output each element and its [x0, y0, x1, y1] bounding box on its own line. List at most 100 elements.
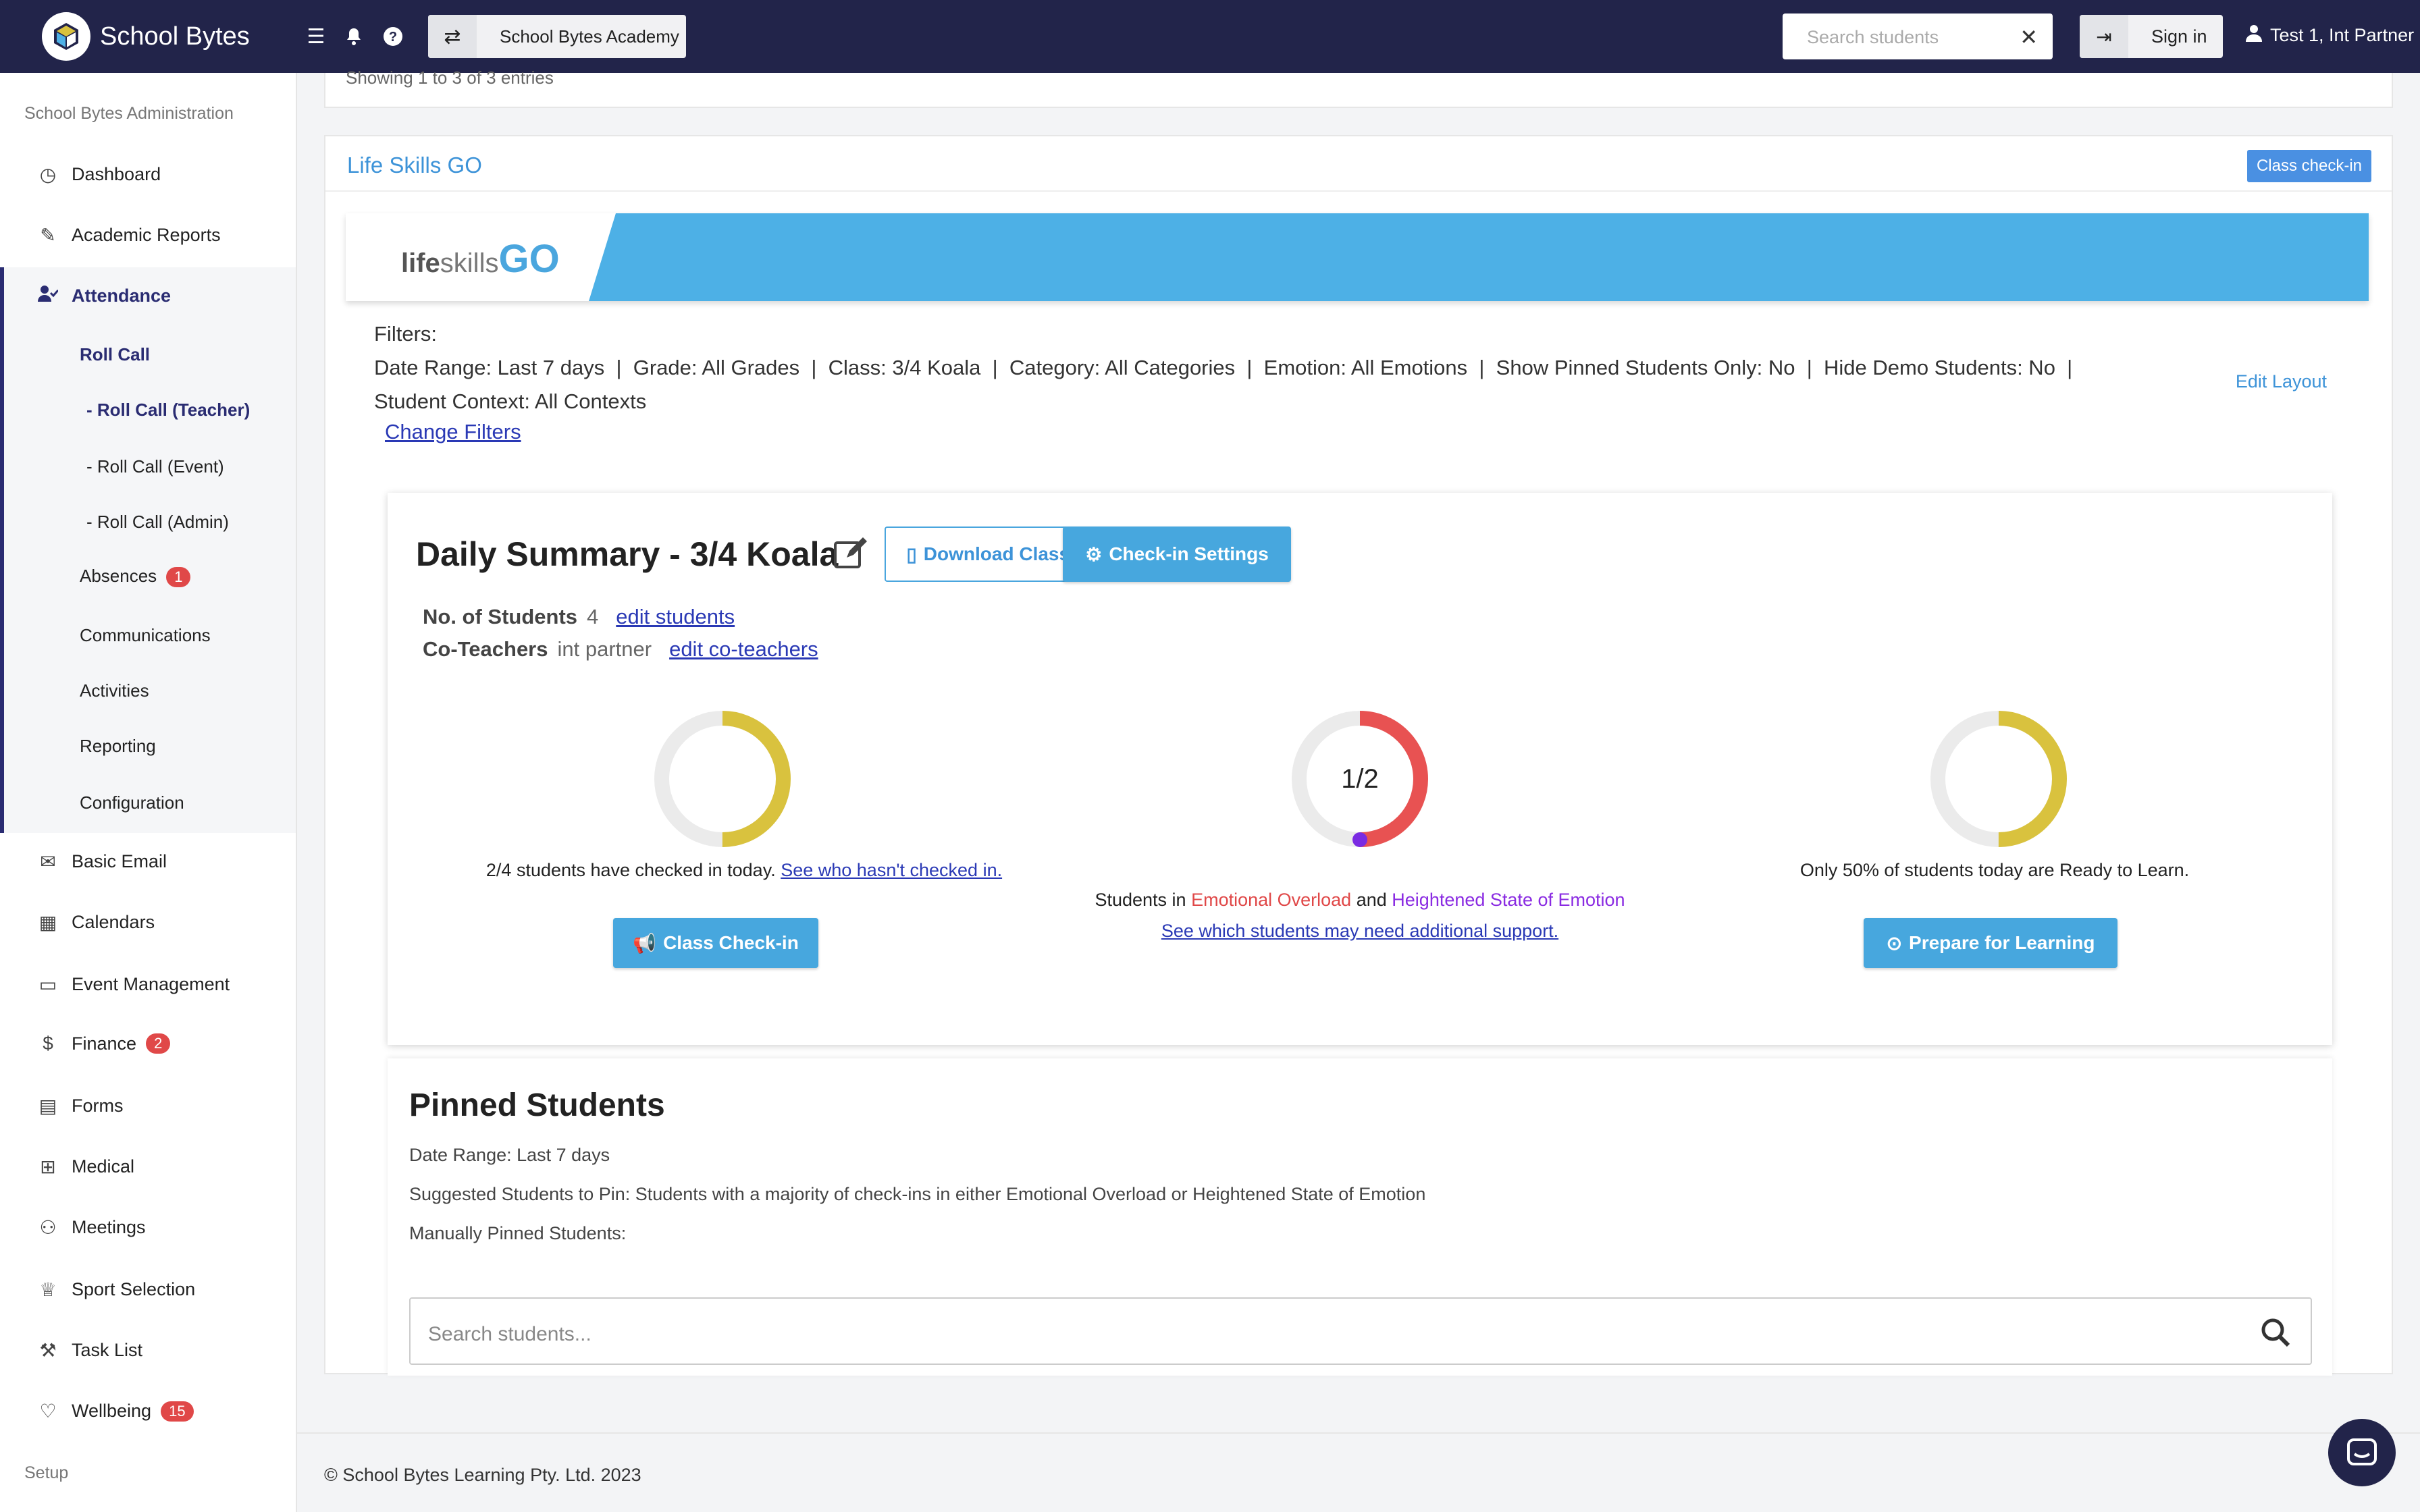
bell-icon[interactable] — [342, 24, 366, 49]
brand-name: School Bytes — [100, 22, 250, 51]
sidebar-item-basic-email[interactable]: ✉ Basic Email — [36, 850, 167, 873]
daily-summary-title: Daily Summary - 3/4 Koala — [416, 535, 839, 573]
class-checkin-tag-button[interactable]: Class check-in — [2246, 150, 2371, 182]
clear-search-icon[interactable]: ✕ — [2020, 24, 2038, 50]
caption-text: Students in — [1095, 890, 1186, 910]
sign-in-label: Sign in — [2151, 26, 2207, 47]
edit-coteachers-link[interactable]: edit co-teachers — [669, 637, 818, 661]
sidebar-item-medical[interactable]: ⊞ Medical — [36, 1156, 134, 1178]
pinned-date-range: Date Range: Last 7 days — [409, 1145, 610, 1165]
coteachers-row: Co-Teachers int partner edit co-teachers — [423, 637, 818, 662]
search-icon[interactable] — [2261, 1318, 2290, 1355]
edit-layout-link[interactable]: Edit Layout — [2236, 371, 2327, 392]
school-bytes-logo-icon — [42, 12, 90, 61]
filters-line: Date Range: Last 7 days | Grade: All Gra… — [374, 356, 2073, 379]
check-in-settings-button[interactable]: ⚙ Check-in Settings — [1063, 526, 1291, 582]
hamburger-menu-icon[interactable]: ☰ — [304, 24, 328, 49]
file-pdf-icon: ▯ — [906, 543, 917, 565]
sidebar-item-meetings[interactable]: ⚇ Meetings — [36, 1216, 146, 1239]
students-count-row: No. of Students 4 edit students — [423, 605, 735, 629]
sidebar-item-absences[interactable]: Absences 1 — [80, 566, 191, 587]
pinned-students-card: Pinned Students Date Range: Last 7 days … — [388, 1058, 2332, 1376]
copyright-text: © School Bytes Learning Pty. Ltd. 2023 — [324, 1465, 641, 1485]
class-check-in-button[interactable]: 📢 Class Check-in — [613, 918, 818, 968]
see-who-hasnt-checked-in-link[interactable]: See who hasn't checked in. — [781, 860, 1002, 880]
sidebar-item-attendance[interactable]: Attendance — [36, 285, 171, 307]
daily-summary-card: Daily Summary - 3/4 Koala ▯ Download Cla… — [388, 493, 2332, 1045]
brand[interactable]: School Bytes — [42, 12, 250, 61]
attendance-section: Attendance Roll Call - Roll Call (Teache… — [0, 267, 296, 833]
sidebar-item-activities[interactable]: Activities — [80, 680, 149, 701]
edit-students-link[interactable]: edit students — [616, 605, 735, 628]
emotion-caption: Students in Emotional Overload and Heigh… — [1022, 890, 1698, 911]
additional-support-link[interactable]: See which students may need additional s… — [1161, 921, 1558, 941]
button-label: Class Check-in — [663, 932, 799, 953]
help-icon[interactable]: ? — [381, 24, 405, 49]
hammer-icon: ⚒ — [39, 1340, 57, 1361]
sidebar-item-roll-call-admin[interactable]: - Roll Call (Admin) — [86, 512, 229, 533]
medical-kit-icon: ⊞ — [40, 1156, 56, 1177]
sidebar-section-admin: School Bytes Administration — [24, 104, 234, 123]
absences-badge: 1 — [166, 567, 191, 587]
sidebar-item-configuration[interactable]: Configuration — [80, 792, 184, 813]
top-navbar: School Bytes ☰ ? ⇄ School Bytes Academy … — [0, 0, 2420, 73]
banner-logo-area: lifeskillsGO — [346, 213, 616, 301]
life-skills-go-banner: lifeskillsGO — [346, 213, 2369, 301]
ready-to-learn-caption: Only 50% of students today are Ready to … — [1799, 860, 2190, 880]
checked-in-donut — [648, 705, 797, 853]
sidebar-item-label: Forms — [72, 1096, 124, 1116]
life-skills-panel: Life Skills GO Class check-in lifeskills… — [324, 135, 2393, 1376]
change-filters-link[interactable]: Change Filters — [385, 420, 521, 444]
heightened-emotion-label: Heightened State of Emotion — [1392, 890, 1625, 910]
sidebar-item-label: Dashboard — [72, 164, 161, 184]
sidebar-item-reporting[interactable]: Reporting — [80, 736, 156, 757]
edit-icon: ✎ — [40, 225, 56, 246]
wellbeing-badge: 15 — [161, 1401, 194, 1422]
user-menu[interactable]: Test 1, Int Partner — [2246, 24, 2414, 47]
sign-in-icon: ⇥ — [2080, 15, 2128, 58]
sidebar-item-label: Absences — [80, 566, 157, 586]
prepare-for-learning-button[interactable]: ⊙ Prepare for Learning — [1864, 918, 2118, 968]
trophy-icon: ♕ — [39, 1279, 57, 1300]
pinned-manual: Manually Pinned Students: — [409, 1223, 627, 1243]
users-icon: ⚇ — [39, 1217, 57, 1238]
panel-title: Life Skills GO — [347, 153, 482, 178]
chat-launcher-button[interactable] — [2328, 1419, 2396, 1486]
finance-badge: 2 — [146, 1033, 171, 1054]
sidebar-item-label: Task List — [72, 1340, 143, 1360]
sidebar-item-label: Sport Selection — [72, 1279, 196, 1299]
edit-pencil-icon[interactable] — [833, 536, 870, 578]
sidebar-item-dashboard[interactable]: ◷ Dashboard — [36, 163, 161, 186]
sidebar-item-roll-call-event[interactable]: - Roll Call (Event) — [86, 456, 224, 477]
entries-info: Showing 1 to 3 of 3 entries — [346, 68, 554, 88]
search-placeholder: Search students — [1807, 27, 1939, 47]
sidebar-item-event-management[interactable]: ▭ Event Management — [36, 973, 230, 996]
sidebar-item-calendars[interactable]: ▦ Calendars — [36, 911, 155, 934]
sidebar-item-label: Wellbeing — [72, 1401, 152, 1421]
academy-switcher-button[interactable]: ⇄ School Bytes Academy — [428, 15, 686, 58]
pinned-student-search-input[interactable]: Search students... — [409, 1297, 2312, 1365]
coteachers-value: int partner — [557, 637, 652, 661]
caption-text: and — [1356, 890, 1387, 910]
sidebar-item-task-list[interactable]: ⚒ Task List — [36, 1339, 142, 1361]
support-caption: See which students may need additional s… — [1022, 921, 1698, 942]
footer: © School Bytes Learning Pty. Ltd. 2023 — [297, 1432, 2420, 1512]
coteachers-label: Co-Teachers — [423, 637, 548, 661]
student-search-input[interactable]: Search students ✕ — [1783, 14, 2053, 59]
search-placeholder: Search students... — [428, 1323, 591, 1345]
sidebar-item-label: Event Management — [72, 974, 230, 994]
sidebar-item-communications[interactable]: Communications — [80, 625, 211, 646]
sidebar-item-sport-selection[interactable]: ♕ Sport Selection — [36, 1278, 195, 1301]
sidebar-item-finance[interactable]: $ Finance 2 — [36, 1033, 171, 1054]
pinned-suggested: Suggested Students to Pin: Students with… — [409, 1184, 1426, 1204]
sidebar-item-academic-reports[interactable]: ✎ Academic Reports — [36, 224, 220, 246]
sign-in-button[interactable]: ⇥ Sign in — [2080, 15, 2223, 58]
sidebar-item-label: Meetings — [72, 1217, 146, 1237]
sidebar-item-roll-call[interactable]: Roll Call — [80, 344, 150, 365]
dollar-file-icon: $ — [43, 1033, 53, 1054]
sidebar-item-roll-call-teacher[interactable]: - Roll Call (Teacher) — [86, 400, 250, 421]
sidebar-item-forms[interactable]: ▤ Forms — [36, 1095, 124, 1117]
user-check-icon — [36, 285, 59, 307]
sidebar-item-wellbeing[interactable]: ♡ Wellbeing 15 — [36, 1400, 194, 1422]
envelope-icon: ✉ — [40, 851, 56, 872]
